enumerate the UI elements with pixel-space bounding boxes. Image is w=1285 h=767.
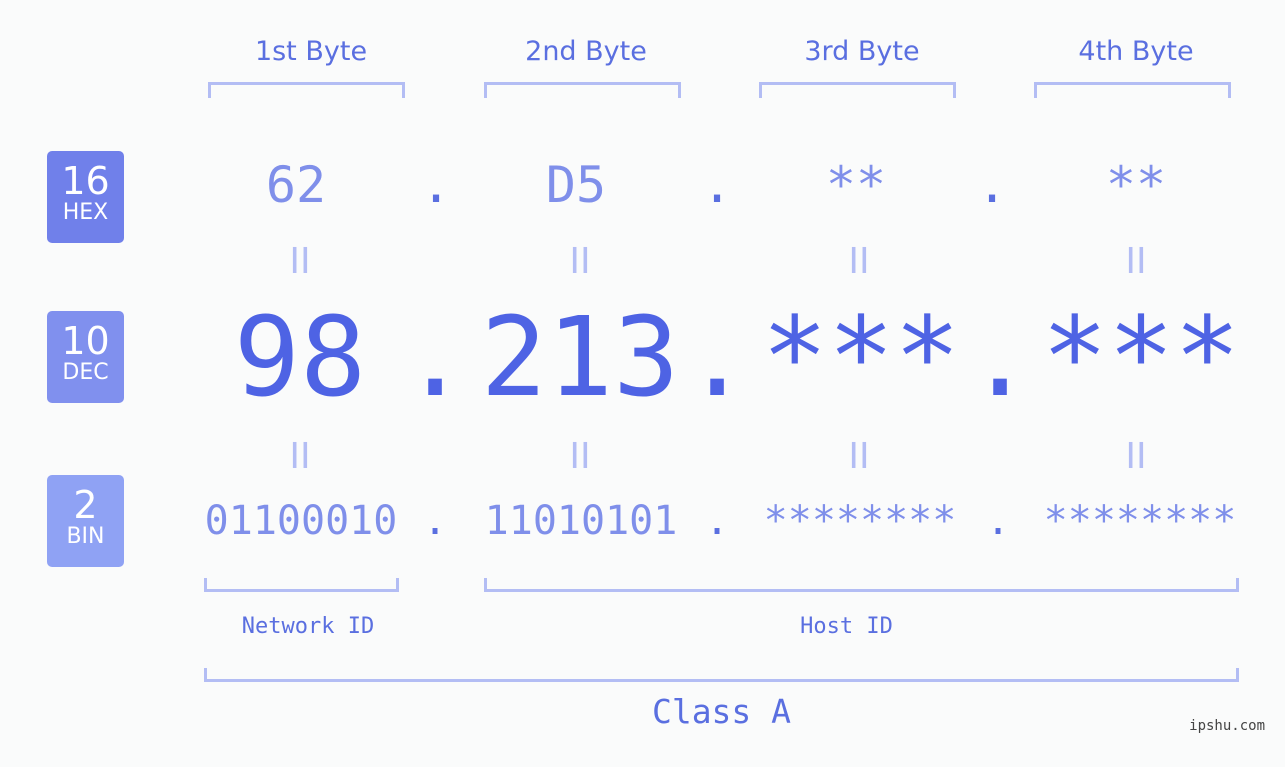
byte-header-3: 3rd Byte	[804, 36, 920, 67]
byte-header-4: 4th Byte	[1078, 36, 1194, 67]
bin-base-label: BIN	[66, 524, 105, 549]
byte-bracket-2	[484, 82, 681, 98]
equals-icon: II	[848, 241, 870, 282]
hex-badge: 16 HEX	[47, 151, 124, 243]
dec-byte-4: ***	[1041, 293, 1241, 421]
bin-byte-1: 01100010	[204, 498, 398, 544]
network-id-label: Network ID	[241, 614, 375, 639]
network-id-bracket	[204, 578, 399, 592]
bin-badge: 2 BIN	[47, 475, 124, 567]
byte-bracket-1	[208, 82, 405, 98]
equals-icon: II	[569, 241, 591, 282]
bin-dot-1: .	[422, 498, 448, 544]
byte-bracket-3	[759, 82, 956, 98]
host-id-label: Host ID	[800, 614, 893, 639]
bin-byte-4: ********	[1043, 498, 1237, 544]
equals-icon: II	[1125, 241, 1147, 282]
equals-icon: II	[289, 241, 311, 282]
dec-badge: 10 DEC	[47, 311, 124, 403]
dec-byte-3: ***	[761, 293, 961, 421]
hex-base-label: HEX	[62, 200, 109, 225]
hex-byte-4: **	[1105, 156, 1167, 214]
hex-base-number: 16	[61, 159, 110, 203]
equals-icon: II	[289, 436, 311, 477]
equals-icon: II	[848, 436, 870, 477]
dec-byte-2: 213	[480, 293, 680, 421]
byte-header-1: 1st Byte	[254, 36, 368, 67]
hex-byte-2: D5	[545, 156, 607, 214]
equals-icon: II	[569, 436, 591, 477]
host-id-bracket	[484, 578, 1239, 592]
hex-byte-3: **	[825, 156, 887, 214]
hex-byte-1: 62	[265, 156, 327, 214]
watermark: ipshu.com	[1189, 718, 1265, 734]
dec-base-label: DEC	[62, 360, 109, 385]
dec-byte-1: 98	[233, 293, 367, 421]
byte-header-2: 2nd Byte	[525, 36, 647, 67]
bin-byte-3: ********	[763, 498, 957, 544]
class-label: Class A	[651, 692, 792, 731]
byte-bracket-4	[1034, 82, 1231, 98]
equals-icon: II	[1125, 436, 1147, 477]
dec-base-number: 10	[61, 319, 110, 363]
bin-byte-2: 11010101	[484, 498, 678, 544]
bin-base-number: 2	[73, 483, 98, 527]
class-bracket	[204, 668, 1239, 682]
